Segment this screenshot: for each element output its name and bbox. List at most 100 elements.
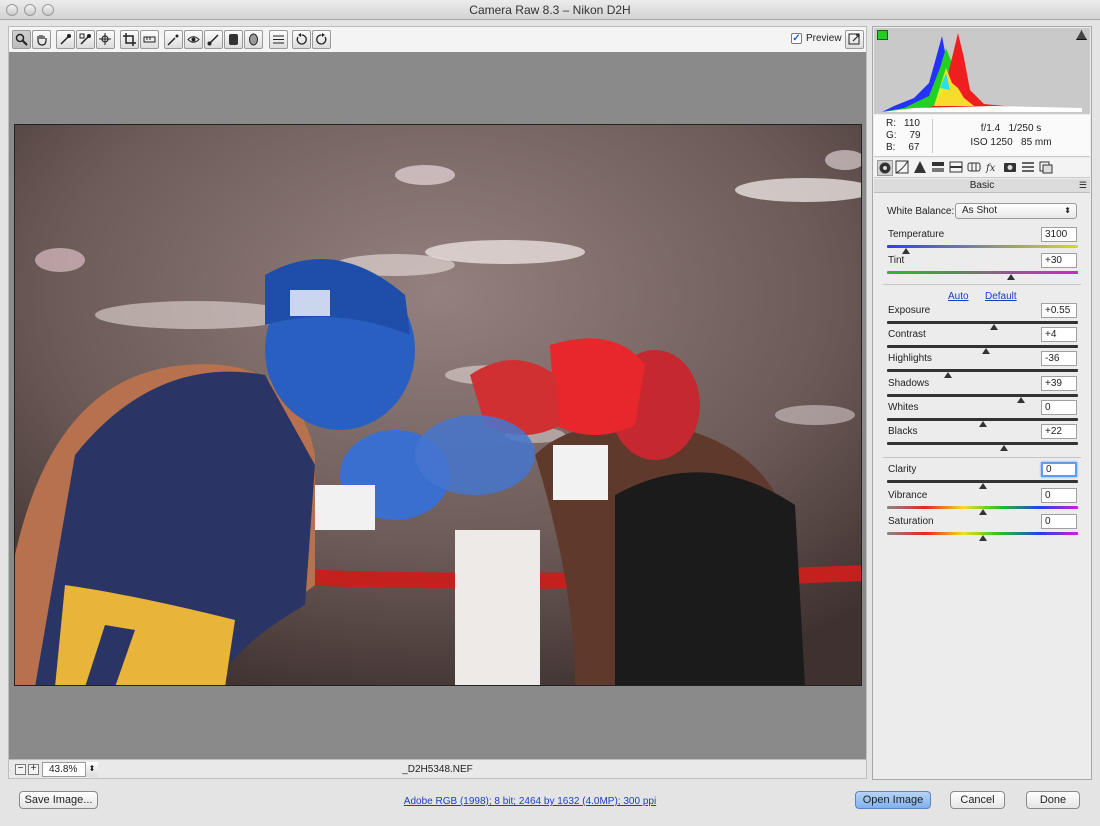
shadows-slider-track[interactable] (887, 394, 1078, 397)
blacks-slider-track[interactable] (887, 442, 1078, 445)
file-name: _D2H5348.NEF (402, 764, 473, 775)
shadows-label: Shadows (888, 378, 930, 389)
iso-value: ISO 1250 (970, 137, 1013, 148)
magnifier-icon (15, 33, 28, 46)
color-sampler-icon (79, 33, 91, 45)
exposure-slider-track[interactable] (887, 321, 1078, 324)
vibrance-label: Vibrance (888, 490, 928, 501)
whites-slider-thumb[interactable] (978, 421, 987, 427)
panel-menu-icon[interactable]: ☰ (1079, 179, 1087, 192)
tint-slider-thumb[interactable] (1007, 274, 1016, 280)
preview-label: Preview (806, 33, 842, 44)
section-header: Basic ☰ (874, 179, 1090, 193)
zoom-tool-button[interactable] (12, 30, 31, 49)
tab-effects[interactable]: fx (985, 160, 1001, 176)
title-bar: Camera Raw 8.3 – Nikon D2H (0, 0, 1100, 20)
window-title: Camera Raw 8.3 – Nikon D2H (469, 3, 631, 17)
focal-length-value: 85 mm (1021, 137, 1052, 148)
preview-toggle[interactable]: ✓ Preview (791, 33, 842, 44)
crop-icon (123, 33, 136, 46)
open-image-button[interactable]: Open Image (855, 791, 931, 809)
exposure-slider-thumb[interactable] (989, 324, 998, 330)
cancel-button[interactable]: Cancel (950, 791, 1005, 809)
tab-basic[interactable] (877, 160, 893, 176)
hand-tool-button[interactable] (32, 30, 51, 49)
graduated-filter-tool-button[interactable] (224, 30, 243, 49)
white-balance-dropdown[interactable]: As Shot ⬍ (955, 203, 1077, 219)
detail-icon (914, 161, 926, 173)
rotate-right-button[interactable] (312, 30, 331, 49)
whites-value-field[interactable]: 0 (1041, 400, 1077, 415)
tab-snapshots[interactable] (1039, 160, 1055, 176)
fullscreen-button[interactable] (845, 30, 864, 49)
default-link[interactable]: Default (985, 291, 1017, 302)
tab-split-toning[interactable] (949, 160, 965, 176)
auto-link[interactable]: Auto (948, 291, 969, 302)
targeted-adjustment-tool-button[interactable] (96, 30, 115, 49)
contrast-slider-thumb[interactable] (982, 348, 991, 354)
crop-tool-button[interactable] (120, 30, 139, 49)
eyedropper-icon (60, 34, 71, 45)
preferences-button[interactable] (269, 30, 288, 49)
shutter-value: 1/250 s (1008, 123, 1042, 134)
exposure-value-field[interactable]: +0.55 (1041, 303, 1077, 318)
tab-detail[interactable] (913, 160, 929, 176)
histogram (874, 28, 1090, 114)
shadows-slider-thumb[interactable] (1016, 397, 1025, 403)
color-sampler-tool-button[interactable] (76, 30, 95, 49)
rotate-left-button[interactable] (292, 30, 311, 49)
vibrance-slider-thumb[interactable] (978, 509, 987, 515)
done-button[interactable]: Done (1026, 791, 1080, 809)
tab-hsl[interactable] (931, 160, 947, 176)
spot-removal-tool-button[interactable] (164, 30, 183, 49)
saturation-label: Saturation (888, 516, 934, 527)
split-toning-icon (949, 161, 963, 173)
tint-slider-track[interactable] (887, 271, 1078, 274)
blacks-value-field[interactable]: +22 (1041, 424, 1077, 439)
tint-value-field[interactable]: +30 (1041, 253, 1077, 268)
shadows-value-field[interactable]: +39 (1041, 376, 1077, 391)
straighten-icon (143, 36, 156, 43)
fx-icon: fx (985, 163, 996, 174)
vibrance-value-field[interactable]: 0 (1041, 488, 1077, 503)
boxing-photo-image (15, 125, 861, 685)
photo-preview[interactable] (14, 124, 862, 686)
temperature-label: Temperature (888, 229, 945, 240)
rotate-left-icon (296, 33, 307, 45)
contrast-label: Contrast (888, 329, 926, 340)
separator (883, 284, 1081, 285)
tab-tone-curve[interactable] (895, 160, 911, 176)
spot-removal-icon (167, 34, 179, 46)
svg-text:fx: fx (985, 163, 996, 174)
rotate-right-icon (316, 33, 327, 45)
radial-filter-tool-button[interactable] (244, 30, 263, 49)
straighten-tool-button[interactable] (140, 30, 159, 49)
panel-tabs: fx (874, 158, 1090, 178)
highlights-label: Highlights (888, 353, 932, 364)
adjustment-brush-tool-button[interactable] (204, 30, 223, 49)
brush-icon (207, 34, 219, 46)
saturation-value-field[interactable]: 0 (1041, 514, 1077, 529)
highlights-slider-track[interactable] (887, 369, 1078, 372)
clarity-slider-thumb[interactable] (978, 483, 987, 489)
tab-camera-calibration[interactable] (1003, 160, 1019, 176)
white-balance-label: White Balance: (887, 206, 955, 217)
temperature-slider-thumb[interactable] (902, 248, 911, 254)
tab-lens-corrections[interactable] (967, 160, 983, 176)
tab-presets[interactable] (1021, 160, 1037, 176)
list-icon (273, 35, 284, 44)
red-eye-tool-button[interactable] (184, 30, 203, 49)
highlights-slider-thumb[interactable] (944, 372, 953, 378)
preview-canvas[interactable] (8, 52, 867, 759)
tool-bar: ✓ Preview (8, 26, 867, 52)
preview-checkbox[interactable]: ✓ (791, 33, 802, 44)
temperature-value-field[interactable]: 3100 (1041, 227, 1077, 242)
contrast-value-field[interactable]: +4 (1041, 327, 1077, 342)
white-balance-tool-button[interactable] (56, 30, 75, 49)
clarity-label: Clarity (888, 464, 917, 475)
temperature-slider-track[interactable] (887, 245, 1078, 248)
clarity-value-field[interactable]: 0 (1041, 462, 1077, 477)
highlights-value-field[interactable]: -36 (1041, 351, 1077, 366)
saturation-slider-thumb[interactable] (978, 535, 987, 541)
blacks-slider-thumb[interactable] (999, 445, 1008, 451)
